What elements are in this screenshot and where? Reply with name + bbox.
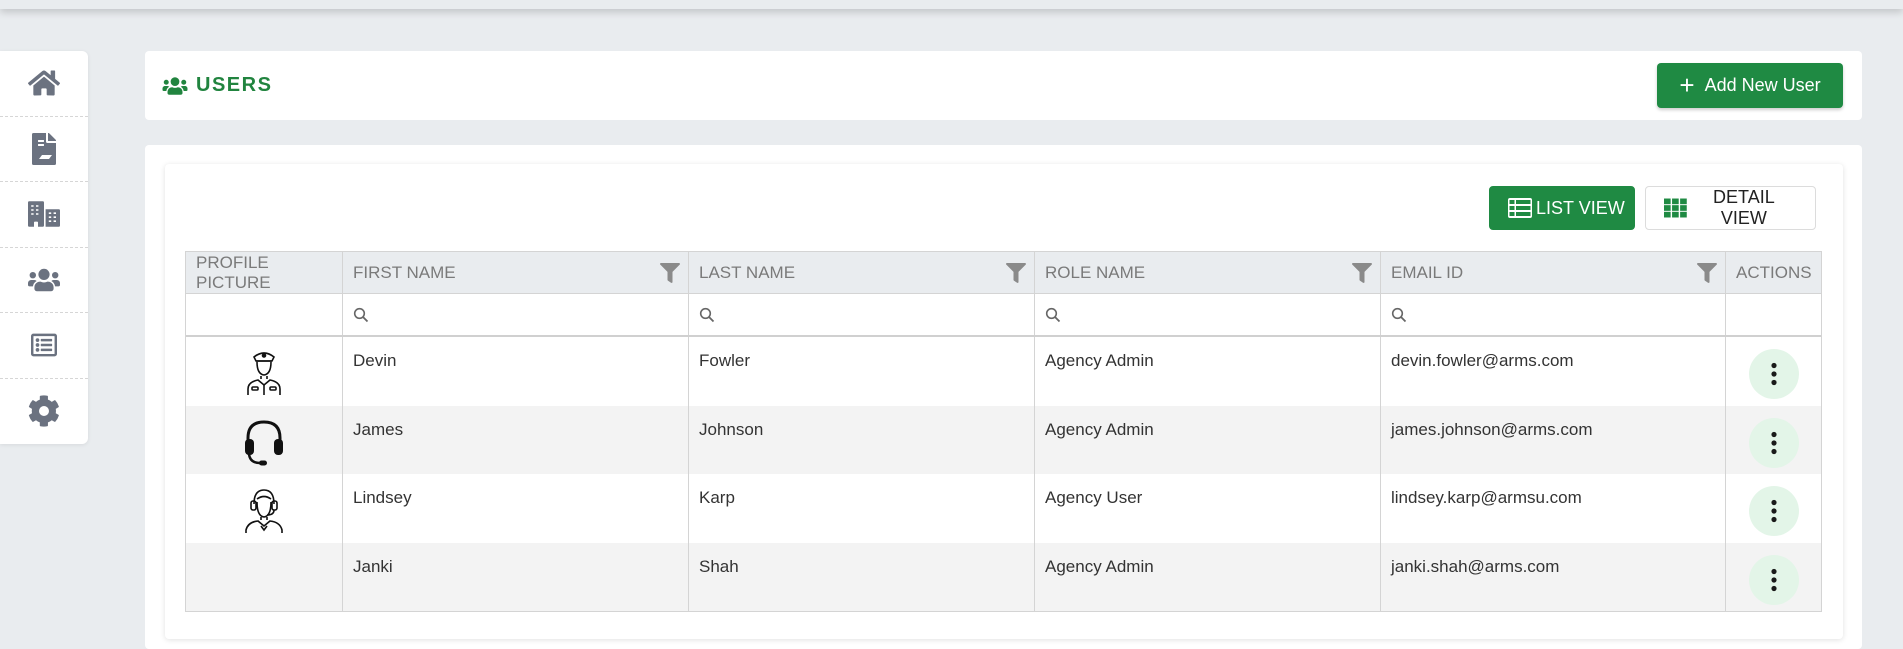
kebab-menu-icon [1770,362,1777,386]
email-cell: janki.shah@arms.com [1381,542,1726,611]
users-icon [162,76,188,95]
headset-icon [245,419,283,465]
buildings-icon [28,201,60,228]
column-header-email-id[interactable]: EMAIL ID [1381,252,1726,293]
role-name-cell: Agency Admin [1035,337,1381,406]
kebab-menu-icon [1770,499,1777,523]
column-header-profile-picture: PROFILE PICTURE [186,252,343,293]
column-label: LAST NAME [699,262,796,282]
first-name-cell: James [343,405,689,474]
users-table: PROFILE PICTURE FIRST NAME LAST NAME ROL… [185,251,1822,612]
row-actions-button[interactable] [1748,486,1799,536]
column-header-role-name[interactable]: ROLE NAME [1035,252,1381,293]
profile-picture-cell [186,474,343,543]
row-actions-button[interactable] [1748,349,1799,399]
gear-icon [28,395,59,427]
filter-icon[interactable] [1006,263,1026,283]
table-row[interactable]: Devin Fowler Agency Admin devin.fowler@a… [186,337,1821,406]
column-label: EMAIL ID [1391,262,1464,282]
actions-cell [1726,474,1821,543]
column-label: PROFILE PICTURE [196,252,271,292]
police-officer-icon [247,352,281,395]
column-label: ROLE NAME [1045,262,1146,282]
list-view-label: LIST VIEW [1536,197,1625,218]
list-icon [31,333,57,357]
first-name-cell: Janki [343,542,689,611]
top-bar [0,0,1903,9]
sidebar-item-home[interactable] [0,51,88,117]
last-name-search-input[interactable] [689,294,1035,335]
home-icon [28,70,60,96]
role-name-search-input[interactable] [1035,294,1381,335]
last-name-cell: Karp [689,474,1035,543]
email-search-input[interactable] [1381,294,1726,335]
filter-icon[interactable] [1697,263,1717,283]
page-header: USERS + Add New User [145,51,1862,120]
search-icon [353,307,369,322]
last-name-cell: Shah [689,542,1035,611]
first-name-search-input[interactable] [343,294,689,335]
search-icon [1045,307,1061,322]
sidebar-item-reports[interactable] [0,313,88,379]
main-card: LIST VIEW DETAIL VIEW PROFILE PICTURE FI… [145,145,1862,649]
search-icon [699,307,715,322]
sidebar [0,51,88,444]
add-new-user-label: Add New User [1704,75,1821,95]
list-view-button[interactable]: LIST VIEW [1489,186,1635,230]
role-name-cell: Agency Admin [1035,542,1381,611]
profile-picture-cell [186,405,343,474]
document-icon [32,132,57,165]
sidebar-item-users[interactable] [0,248,88,313]
column-label: FIRST NAME [353,262,456,282]
sidebar-item-agencies[interactable] [0,182,88,248]
page-title: USERS [160,74,272,97]
users-icon [28,268,60,291]
last-name-cell: Johnson [689,405,1035,474]
role-name-cell: Agency Admin [1035,405,1381,474]
search-icon [1391,307,1407,322]
detail-view-button[interactable]: DETAIL VIEW [1645,186,1816,230]
column-header-actions: ACTIONS [1726,252,1821,293]
filter-icon[interactable] [1352,263,1372,283]
page-title-text: USERS [196,74,273,96]
profile-picture-cell [186,542,343,611]
first-name-cell: Devin [343,337,689,406]
add-new-user-button[interactable]: + Add New User [1657,63,1843,108]
plus-icon: + [1679,69,1695,100]
list-view-icon [1508,198,1532,218]
filter-icon[interactable] [660,263,680,283]
actions-cell [1726,406,1821,475]
users-panel: LIST VIEW DETAIL VIEW PROFILE PICTURE FI… [165,164,1843,639]
row-actions-button[interactable] [1748,554,1799,605]
table-row[interactable]: Lindsey Karp Agency User lindsey.karp@ar… [186,474,1821,543]
sidebar-item-documents[interactable] [0,117,88,182]
kebab-menu-icon [1770,568,1777,591]
table-row[interactable]: Janki Shah Agency Admin janki.shah@arms.… [186,542,1821,612]
email-cell: lindsey.karp@armsu.com [1381,474,1726,543]
sidebar-item-settings[interactable] [0,379,88,445]
kebab-menu-icon [1770,431,1777,454]
column-header-last-name[interactable]: LAST NAME [689,252,1035,293]
actions-cell [1726,543,1821,612]
role-name-cell: Agency User [1035,474,1381,543]
detail-view-label: DETAIL VIEW [1713,187,1775,228]
support-agent-icon [245,489,283,533]
column-label: ACTIONS [1736,262,1812,282]
table-row[interactable]: James Johnson Agency Admin james.johnson… [186,405,1821,475]
view-toggle: LIST VIEW DETAIL VIEW [1489,186,1816,230]
filter-cell-empty [1726,294,1821,335]
column-header-first-name[interactable]: FIRST NAME [343,252,689,293]
row-actions-button[interactable] [1748,417,1799,468]
table-filter-row [186,294,1821,337]
email-cell: devin.fowler@arms.com [1381,337,1726,406]
email-cell: james.johnson@arms.com [1381,405,1726,474]
filter-cell-empty [186,294,343,335]
profile-picture-cell [186,337,343,406]
first-name-cell: Lindsey [343,474,689,543]
last-name-cell: Fowler [689,337,1035,406]
grid-view-icon [1664,198,1687,218]
actions-cell [1726,337,1821,406]
table-header-row: PROFILE PICTURE FIRST NAME LAST NAME ROL… [186,252,1821,294]
